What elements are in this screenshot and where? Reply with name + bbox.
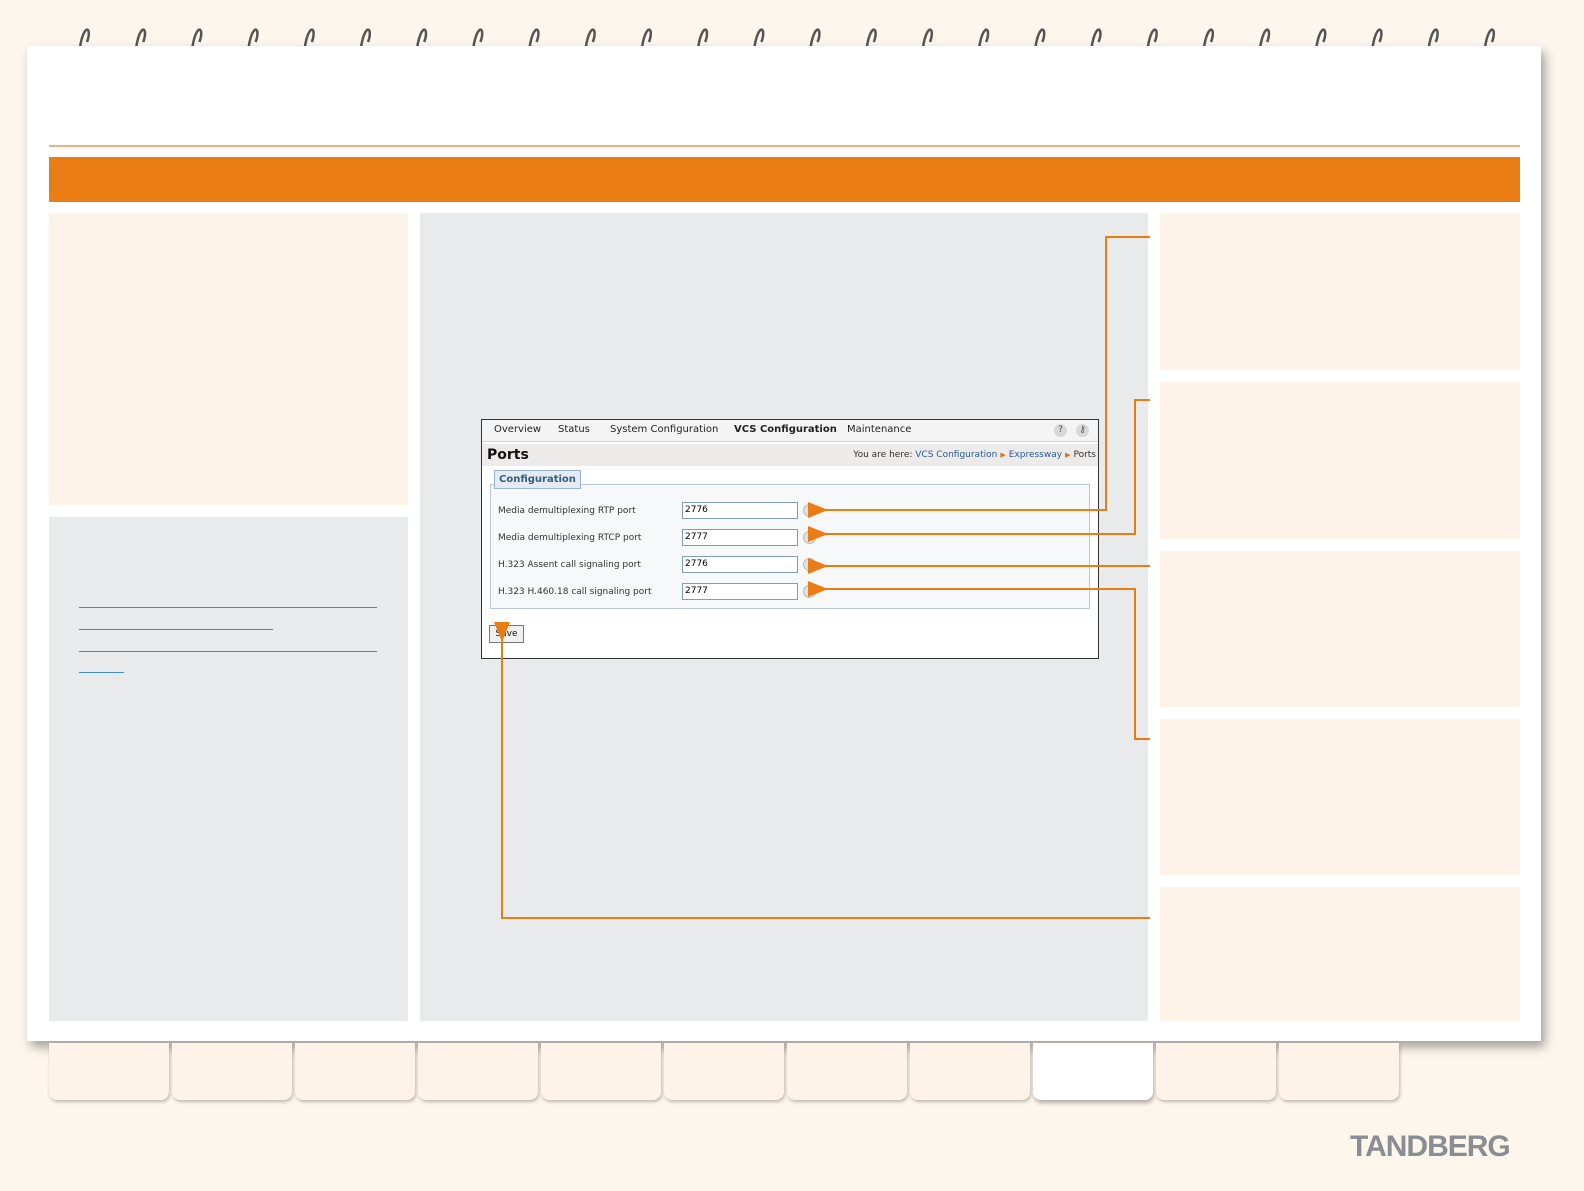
related-link-1[interactable] [79,607,377,608]
field-row-h46018: H.323 H.460.18 call signaling port 2777 … [498,583,828,601]
top-nav: Overview Status System Configuration VCS… [482,420,1098,442]
field-label: Media demultiplexing RTCP port [498,533,642,543]
page-title: Ports [487,447,529,463]
left-info-panel [49,213,408,505]
divider [49,145,1520,147]
field-label: H.323 H.460.18 call signaling port [498,587,652,597]
related-link-2-cont[interactable] [79,672,124,673]
rtp-port-input[interactable]: 2776 [682,502,798,519]
nav-vcs-configuration[interactable]: VCS Configuration [734,424,837,435]
rtcp-port-input[interactable]: 2777 [682,529,798,546]
callout-box-save [1160,887,1520,1021]
callout-box-assent [1160,551,1520,707]
section-tab-9-active[interactable] [1033,1043,1153,1100]
assent-port-input[interactable]: 2776 [682,556,798,573]
field-row-rtp: Media demultiplexing RTP port 2776 i [498,502,828,520]
vcs-ports-screenshot: Overview Status System Configuration VCS… [481,419,1099,659]
section-tab-3[interactable] [295,1043,415,1100]
configuration-legend: Configuration [494,470,581,489]
info-icon[interactable]: i [803,531,816,544]
breadcrumb-expressway[interactable]: Expressway [1009,450,1062,460]
left-related-panel [49,517,408,1021]
help-icon[interactable]: ? [1054,424,1067,437]
breadcrumb-arrow-icon: ▶ [1000,451,1006,459]
info-icon[interactable]: i [803,558,816,571]
field-row-rtcp: Media demultiplexing RTCP port 2777 i [498,529,828,547]
related-link-2[interactable] [79,651,377,652]
section-tab-11[interactable] [1279,1043,1399,1100]
breadcrumb-prefix: You are here: [853,450,913,460]
section-tab-2[interactable] [172,1043,292,1100]
nav-maintenance[interactable]: Maintenance [847,424,911,435]
header-bar [49,157,1520,202]
page-header: Ports You are here: VCS Configuration ▶ Ex… [482,444,1098,466]
field-row-assent: H.323 Assent call signaling port 2776 i [498,556,828,574]
breadcrumb-arrow-icon: ▶ [1065,451,1071,459]
info-icon[interactable]: i [803,504,816,517]
callout-box-rtcp [1160,382,1520,539]
callout-box-h46018 [1160,719,1520,875]
related-link-1-cont[interactable] [79,629,273,630]
breadcrumb-vcs-configuration[interactable]: VCS Configuration [915,450,997,460]
brand-logo: TANDBERG [1350,1130,1511,1163]
save-button[interactable]: Save [489,625,524,643]
section-tab-8[interactable] [910,1043,1030,1100]
field-label: Media demultiplexing RTP port [498,506,636,516]
section-tab-10[interactable] [1156,1043,1276,1100]
callout-box-rtp [1160,213,1520,370]
breadcrumb-ports: Ports [1073,450,1096,460]
nav-system-configuration[interactable]: System Configuration [610,424,718,435]
section-tab-6[interactable] [664,1043,784,1100]
field-label: H.323 Assent call signaling port [498,560,641,570]
info-icon[interactable]: i [803,585,816,598]
section-tab-4[interactable] [418,1043,538,1100]
nav-status[interactable]: Status [558,424,590,435]
section-tab-1[interactable] [49,1043,169,1100]
section-tab-5[interactable] [541,1043,661,1100]
logout-key-icon[interactable]: ⚷ [1076,424,1089,437]
h46018-port-input[interactable]: 2777 [682,583,798,600]
section-tab-7[interactable] [787,1043,907,1100]
breadcrumb: You are here: VCS Configuration ▶ Expressw… [853,450,1096,460]
nav-overview[interactable]: Overview [494,424,541,435]
